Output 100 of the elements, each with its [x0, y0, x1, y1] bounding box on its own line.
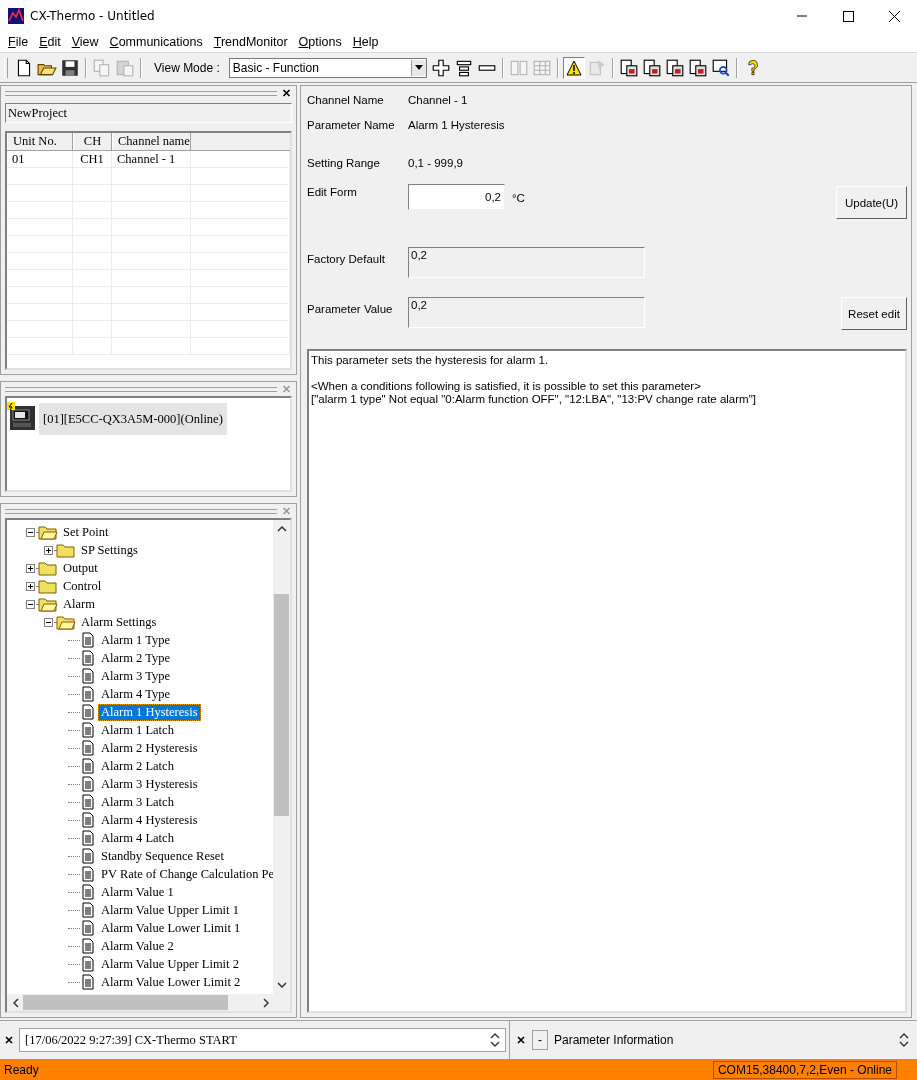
menu-item[interactable]: View	[65, 34, 104, 49]
document-icon	[80, 704, 96, 720]
collapse-button[interactable]: -	[532, 1030, 548, 1050]
field-value: Channel - 1	[408, 94, 468, 106]
window-title: CX-Thermo - Untitled	[30, 8, 155, 23]
tree-item[interactable]: Set Point	[60, 523, 112, 541]
field-value: Alarm 1 Hysteresis	[408, 119, 505, 131]
menu-item[interactable]: Help	[346, 34, 384, 49]
app-logo-icon	[8, 7, 24, 24]
menu-item[interactable]: Edit	[33, 34, 66, 49]
connection-status: COM15,38400,7,2,Even - Online	[712, 1060, 897, 1079]
menu-item[interactable]: TrendMonitor	[207, 34, 293, 49]
collapse-icon[interactable]	[26, 599, 35, 609]
scroll-left-icon[interactable]	[13, 997, 19, 1008]
expand-icon[interactable]	[26, 581, 35, 591]
tree-item[interactable]: Alarm Value Lower Limit 2	[98, 973, 244, 991]
tree-item[interactable]: Alarm Value 1	[98, 883, 177, 901]
tree-item[interactable]: Alarm 4 Type	[98, 685, 174, 703]
folder-icon	[38, 578, 58, 594]
menu-item[interactable]: Options	[292, 34, 347, 49]
menu-item[interactable]: Communications	[103, 34, 208, 49]
tree-item[interactable]: Alarm 1 Latch	[98, 721, 177, 739]
table-cell: Channel - 1	[112, 151, 191, 167]
vertical-scrollbar[interactable]	[273, 520, 290, 994]
column-header[interactable]: Unit No.	[7, 133, 73, 150]
folder-icon	[38, 596, 58, 612]
description-text: <When a conditions following is satisfied, it is possible to set this parameter>	[311, 380, 702, 393]
document-icon	[80, 794, 96, 810]
tree-item[interactable]: Alarm 2 Hysteresis	[98, 739, 201, 757]
horizontal-scrollbar[interactable]	[7, 994, 290, 1011]
document-icon	[80, 812, 96, 828]
tree-item[interactable]: PV Rate of Change Calculation Pe	[98, 865, 273, 883]
status-text: Ready	[4, 1062, 39, 1077]
tree-item[interactable]: Alarm 2 Latch	[98, 757, 177, 775]
document-icon	[80, 956, 96, 972]
field-label: Factory Default	[307, 253, 386, 265]
column-header[interactable]: Channel name	[112, 133, 191, 150]
document-icon	[80, 974, 96, 990]
update-button[interactable]: Update(U)	[835, 186, 907, 219]
menu-item[interactable]: File	[2, 34, 34, 49]
tree-item[interactable]: Alarm Value Upper Limit 1	[98, 901, 242, 919]
table-cell: 01	[7, 151, 73, 167]
tree-item[interactable]: Alarm 4 Hysteresis	[98, 811, 201, 829]
dropdown-arrow-icon[interactable]	[414, 65, 423, 70]
spin-arrows-icon[interactable]	[899, 1033, 909, 1047]
field-value: 0,1 - 999,9	[408, 157, 463, 169]
scroll-up-icon[interactable]	[276, 526, 287, 532]
document-icon	[80, 776, 96, 792]
tree-item[interactable]: Alarm Value 2	[98, 937, 177, 955]
field-label: Channel Name	[307, 94, 385, 106]
spin-arrows-icon[interactable]	[490, 1033, 500, 1047]
unit-label: °C	[512, 192, 525, 204]
collapse-icon[interactable]	[44, 617, 53, 627]
document-icon	[80, 830, 96, 846]
tree-item[interactable]: Standby Sequence Reset	[98, 847, 227, 865]
document-icon	[80, 632, 96, 648]
input-field[interactable]: 0,2	[408, 184, 505, 210]
tree-item[interactable]: Control	[60, 577, 105, 595]
folder-icon	[56, 614, 76, 630]
tree-item[interactable]: Alarm	[60, 595, 98, 613]
tree-item[interactable]: Alarm Value Lower Limit 1	[98, 919, 244, 937]
document-icon	[80, 740, 96, 756]
read-only-field: 0,2	[408, 297, 645, 328]
close-icon[interactable]	[4, 1035, 14, 1045]
tree-item[interactable]: Alarm 1 Hysteresis	[98, 703, 201, 721]
tree-item[interactable]: Alarm 1 Type	[98, 631, 174, 649]
close-icon[interactable]	[516, 1035, 526, 1045]
document-icon	[80, 884, 96, 900]
read-only-field: 0,2	[408, 247, 645, 278]
document-icon	[80, 866, 96, 882]
tree-item[interactable]: SP Settings	[78, 541, 141, 559]
description-text: This parameter sets the hysteresis for alarm 1.	[311, 354, 550, 367]
view-mode-label: View Mode :	[154, 60, 220, 75]
folder-icon	[56, 542, 76, 558]
tree-item[interactable]: Alarm 3 Hysteresis	[98, 775, 201, 793]
document-icon	[80, 848, 96, 864]
expand-icon[interactable]	[44, 545, 53, 555]
document-icon	[80, 938, 96, 954]
document-icon	[80, 758, 96, 774]
scroll-down-icon[interactable]	[276, 982, 287, 988]
tree-item[interactable]: Alarm 3 Type	[98, 667, 174, 685]
document-icon	[80, 902, 96, 918]
close-icon[interactable]	[281, 88, 292, 98]
view-mode-dropdown[interactable]: Basic - Function	[228, 57, 427, 78]
column-header[interactable]: CH	[73, 133, 112, 150]
field-label: Parameter Value	[307, 303, 394, 315]
scroll-right-icon[interactable]	[263, 997, 269, 1008]
warning-icon[interactable]	[562, 56, 585, 79]
device-label[interactable]: [01][E5CC-QX3A5M-000](Online)	[39, 403, 227, 435]
tree-item[interactable]: Alarm 3 Latch	[98, 793, 177, 811]
tree-item[interactable]: Alarm Value Upper Limit 2	[98, 955, 242, 973]
reset-edit-button[interactable]: Reset edit	[841, 297, 907, 330]
document-icon	[80, 668, 96, 684]
tree-item[interactable]: Alarm 2 Type	[98, 649, 174, 667]
tree-item[interactable]: Output	[60, 559, 101, 577]
collapse-icon[interactable]	[26, 527, 35, 537]
description-text: ["alarm 1 type" Not equal "0:Alarm function OFF", "12:LBA", "13:PV change rate alarm"]	[311, 393, 757, 406]
tree-item[interactable]: Alarm Settings	[78, 613, 160, 631]
expand-icon[interactable]	[26, 563, 35, 573]
tree-item[interactable]: Alarm 4 Latch	[98, 829, 177, 847]
